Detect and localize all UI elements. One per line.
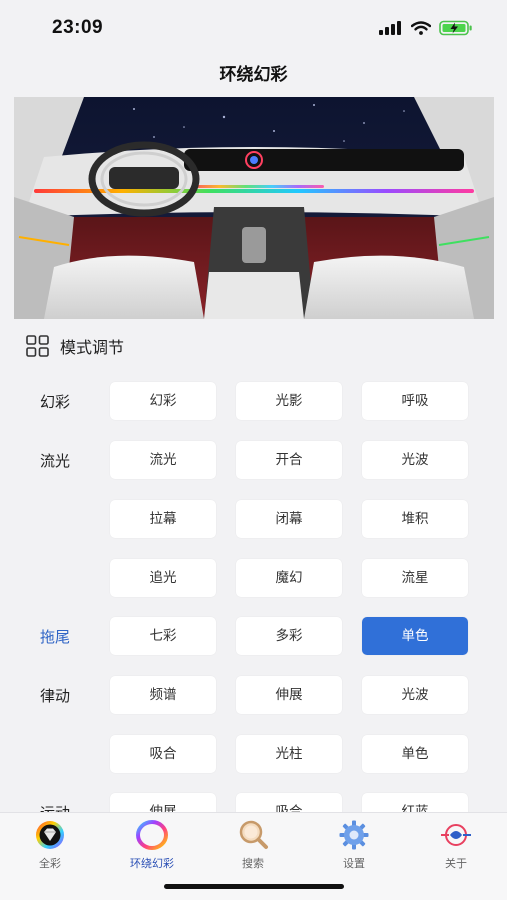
tab-label: 全彩	[39, 857, 61, 870]
home-indicator[interactable]	[164, 884, 344, 889]
mode-button[interactable]: 伸展	[110, 793, 216, 812]
mode-row: 流光 流光 开合 光波	[0, 441, 507, 481]
tab-label: 设置	[343, 857, 365, 870]
mode-button[interactable]: 七彩	[110, 617, 216, 655]
mode-row: 律动 频谱 伸展 光波	[0, 676, 507, 716]
brand-logo-icon	[441, 824, 471, 846]
mode-button[interactable]: 吸合	[110, 735, 216, 773]
mode-button[interactable]: 幻彩	[110, 382, 216, 420]
mode-category-label: 律动	[40, 687, 71, 705]
status-bar: 23:09	[0, 0, 507, 56]
wifi-icon	[411, 21, 431, 35]
tab-search[interactable]: 搜索	[213, 819, 293, 877]
tab-label: 搜索	[242, 857, 264, 870]
mode-button[interactable]: 光波	[362, 676, 468, 714]
mode-category-label: 流光	[40, 452, 71, 470]
mode-category-label-active: 拖尾	[40, 628, 71, 646]
battery-charging-icon	[439, 20, 472, 36]
mode-button[interactable]: 追光	[110, 559, 216, 597]
diamond-icon	[36, 821, 64, 849]
tab-label: 环绕幻彩	[130, 857, 174, 870]
mode-button[interactable]: 魔幻	[236, 559, 342, 597]
mode-button[interactable]: 多彩	[236, 617, 342, 655]
tab-about[interactable]: 关于	[416, 819, 496, 877]
mode-button[interactable]: 呼吸	[362, 382, 468, 420]
mode-button[interactable]: 红蓝	[362, 793, 468, 812]
mode-button[interactable]: 频谱	[110, 676, 216, 714]
section-title: 模式调节	[60, 338, 125, 357]
mode-section-header: 模式调节	[26, 333, 124, 359]
mode-button[interactable]: 伸展	[236, 676, 342, 714]
mode-button[interactable]: 光波	[362, 441, 468, 479]
mode-category-label: 运动	[40, 793, 70, 812]
mode-button[interactable]: 闭幕	[236, 500, 342, 538]
gear-icon	[339, 820, 369, 850]
tab-settings[interactable]: 设置	[314, 819, 394, 877]
grid-icon	[26, 335, 49, 357]
tab-surround-color[interactable]: 环绕幻彩	[112, 819, 192, 877]
status-icons	[379, 20, 473, 36]
mode-button[interactable]: 开合	[236, 441, 342, 479]
car-interior-image	[14, 97, 494, 319]
mode-row: 拖尾 七彩 多彩 单色	[0, 617, 507, 657]
search-icon	[239, 820, 268, 849]
mode-row: 运动 伸展 吸合 红蓝	[0, 793, 507, 812]
mode-button[interactable]: 流光	[110, 441, 216, 479]
mode-grid[interactable]: 幻彩 幻彩 光影 呼吸 流光 流光 开合 光波 拉幕 闭幕 堆积 追光 魔幻 流…	[0, 372, 507, 812]
mode-button[interactable]: 吸合	[236, 793, 342, 812]
mode-button-selected[interactable]: 单色	[362, 617, 468, 655]
mode-button[interactable]: 堆积	[362, 500, 468, 538]
mode-button[interactable]: 光影	[236, 382, 342, 420]
rainbow-ring-icon	[136, 820, 168, 850]
mode-row: 追光 魔幻 流星	[0, 559, 507, 599]
mode-button[interactable]: 拉幕	[110, 500, 216, 538]
status-time: 23:09	[52, 17, 104, 38]
mode-button[interactable]: 光柱	[236, 735, 342, 773]
mode-row: 拉幕 闭幕 堆积	[0, 500, 507, 540]
signal-icon	[379, 21, 401, 35]
mode-category-label: 幻彩	[40, 393, 71, 411]
page-title: 环绕幻彩	[219, 65, 288, 85]
mode-row: 幻彩 幻彩 光影 呼吸	[0, 382, 507, 422]
tab-label: 关于	[445, 857, 467, 870]
mode-button[interactable]: 流星	[362, 559, 468, 597]
tab-full-color[interactable]: 全彩	[10, 819, 90, 877]
mode-row: 吸合 光柱 单色	[0, 735, 507, 775]
mode-button[interactable]: 单色	[362, 735, 468, 773]
